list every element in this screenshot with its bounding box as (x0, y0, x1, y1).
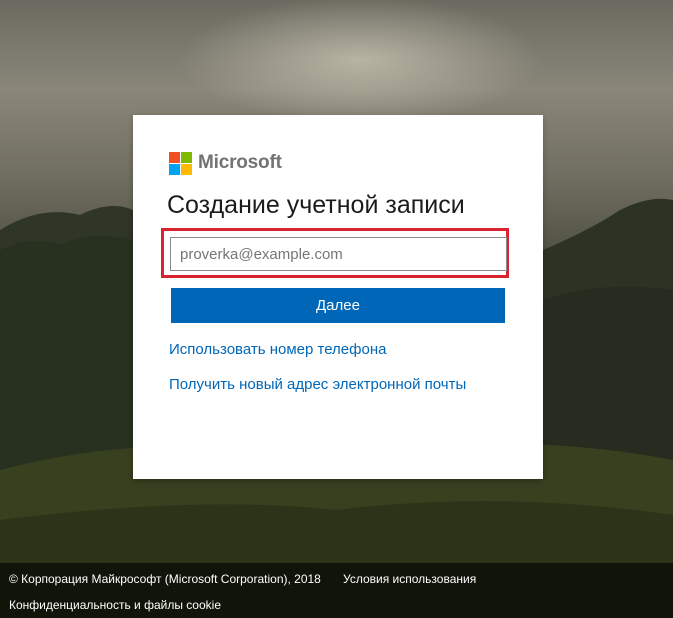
brand-name: Microsoft (198, 152, 282, 173)
logo-yellow-square (181, 163, 192, 175)
new-email-link[interactable]: Получить новый адрес электронной почты (169, 376, 466, 393)
privacy-link[interactable]: Конфиденциальность и файлы cookie (9, 598, 221, 612)
terms-link[interactable]: Условия использования (343, 572, 476, 586)
page-footer: © Корпорация Майкрософт (Microsoft Corpo… (0, 563, 673, 618)
sign-up-card: Microsoft Создание учетной записи Далее … (133, 115, 543, 479)
microsoft-brand: Microsoft (169, 151, 282, 175)
logo-green-square (181, 151, 192, 163)
logo-red-square (169, 151, 180, 163)
copyright-text: © Корпорация Майкрософт (Microsoft Corpo… (9, 572, 321, 586)
microsoft-logo-icon (169, 151, 192, 175)
logo-blue-square (169, 163, 180, 175)
next-button[interactable]: Далее (171, 288, 505, 323)
email-field[interactable] (170, 237, 507, 271)
page-title: Создание учетной записи (167, 191, 465, 219)
use-phone-link[interactable]: Использовать номер телефона (169, 341, 386, 358)
